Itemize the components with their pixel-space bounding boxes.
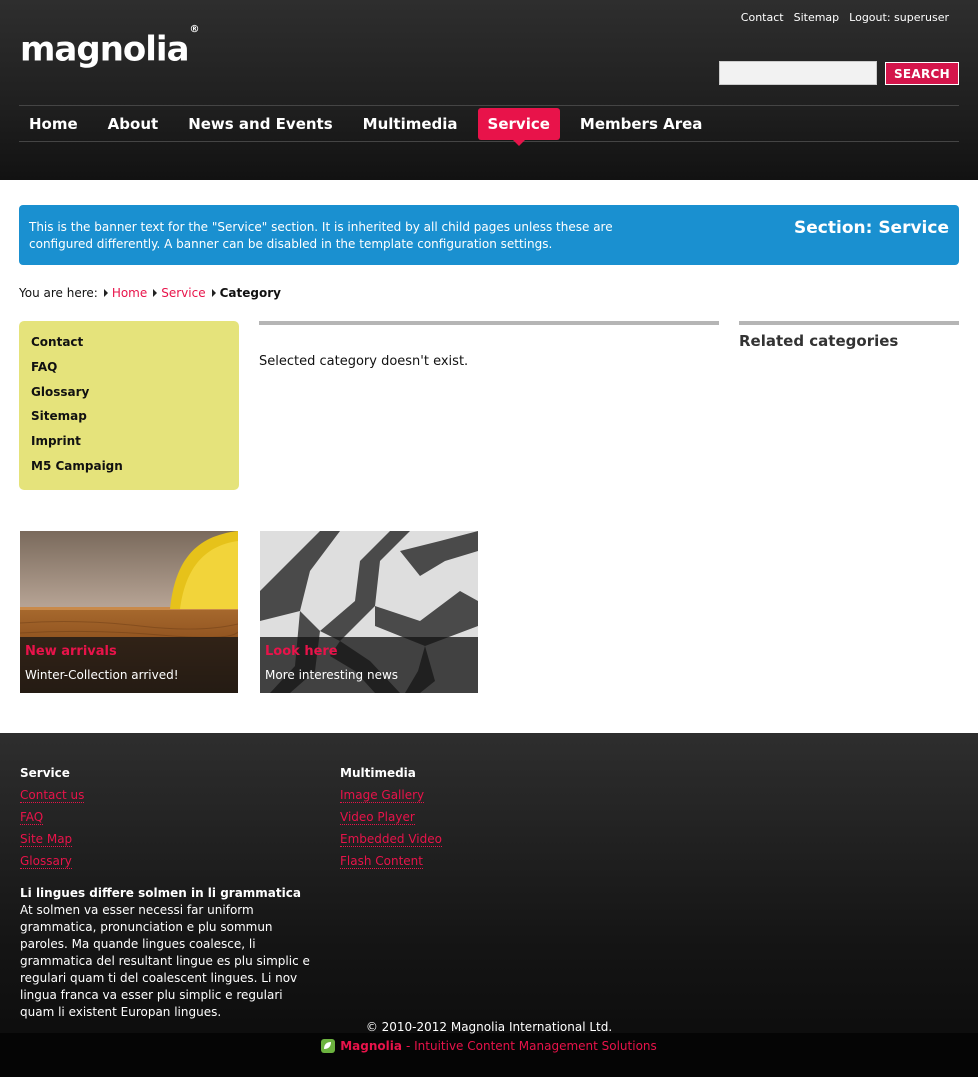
section-banner: This is the banner text for the "Service… [19, 205, 959, 265]
copyright: © 2010-2012 Magnolia International Ltd. [365, 1020, 613, 1034]
footer-link-site-map[interactable]: Site Map [20, 832, 73, 847]
subnav-item-faq[interactable]: FAQ [31, 358, 227, 383]
main-nav: Home About News and Events Multimedia Se… [19, 105, 959, 146]
teaser-look-here[interactable]: Look here More interesting news [260, 531, 478, 693]
magnolia-logo[interactable]: magnolia® [20, 24, 200, 70]
footer-link-embedded-video[interactable]: Embedded Video [340, 832, 442, 847]
breadcrumb-arrow-icon [103, 289, 108, 297]
subnav-item-contact[interactable]: Contact [31, 333, 227, 358]
footer-link-image-gallery[interactable]: Image Gallery [340, 788, 425, 803]
banner-section-title: Section: Service [794, 218, 949, 238]
teaser-subtitle: Winter-Collection arrived! [25, 668, 179, 682]
footer-column-title: Service [20, 766, 70, 780]
nav-item-news-and-events[interactable]: News and Events [178, 108, 342, 140]
subnav-item-m5-campaign[interactable]: M5 Campaign [31, 457, 227, 482]
magnolia-icon [321, 1039, 336, 1053]
powered-by[interactable]: Magnolia - Intuitive Content Management … [0, 1039, 978, 1053]
nav-item-about[interactable]: About [98, 108, 169, 140]
util-link-logout[interactable]: Logout: superuser [849, 11, 949, 24]
breadcrumb-link-home[interactable]: Home [112, 286, 147, 300]
related-divider [739, 321, 959, 325]
logo-text: magnolia [20, 29, 190, 70]
site-header: magnolia® Contact Sitemap Logout: superu… [0, 0, 978, 180]
footer-link-glossary[interactable]: Glossary [20, 854, 72, 869]
footer-link-flash-content[interactable]: Flash Content [340, 854, 423, 869]
teaser-title[interactable]: New arrivals [25, 644, 117, 659]
banner-text: This is the banner text for the "Service… [29, 220, 613, 251]
breadcrumb-arrow-icon [153, 289, 158, 297]
powered-tagline[interactable]: - Intuitive Content Management Solutions [406, 1039, 657, 1053]
teaser-title[interactable]: Look here [265, 644, 338, 659]
related-categories-title: Related categories [739, 332, 899, 350]
search-button[interactable]: SEARCH [885, 62, 959, 85]
teaser-subtitle: More interesting news [265, 668, 399, 682]
category-message: Selected category doesn't exist. [259, 354, 469, 369]
footer-text-block: Li lingues differe solmen in li grammati… [20, 885, 320, 1021]
nav-item-home[interactable]: Home [19, 108, 88, 140]
search-input[interactable] [719, 61, 877, 85]
breadcrumb-current: Category [219, 286, 281, 300]
nav-item-members-area[interactable]: Members Area [570, 108, 713, 140]
main-divider [259, 321, 719, 325]
subnav-item-imprint[interactable]: Imprint [31, 432, 227, 457]
breadcrumb-arrow-icon [211, 289, 216, 297]
breadcrumb: You are here: Home Service Category [19, 286, 281, 300]
footer-column-service: Service Contact us FAQ Site Map Glossary [20, 765, 85, 875]
breadcrumb-prefix: You are here: [19, 286, 98, 300]
footer-column-multimedia: Multimedia Image Gallery Video Player Em… [340, 765, 442, 875]
sub-navigation: Contact FAQ Glossary Sitemap Imprint M5 … [19, 321, 239, 490]
util-link-sitemap[interactable]: Sitemap [794, 11, 840, 24]
footer-text-body: At solmen va esser necessi far uniform g… [20, 903, 310, 1019]
subnav-item-sitemap[interactable]: Sitemap [31, 407, 227, 432]
footer-text-title: Li lingues differe solmen in li grammati… [20, 886, 301, 900]
logo-mark: ® [189, 24, 200, 35]
util-link-contact[interactable]: Contact [741, 11, 784, 24]
subnav-item-glossary[interactable]: Glossary [31, 383, 227, 408]
nav-item-multimedia[interactable]: Multimedia [353, 108, 468, 140]
footer-link-video-player[interactable]: Video Player [340, 810, 415, 825]
teaser-new-arrivals[interactable]: New arrivals Winter-Collection arrived! [20, 531, 238, 693]
footer-link-contact-us[interactable]: Contact us [20, 788, 85, 803]
powered-brand[interactable]: Magnolia [340, 1039, 402, 1053]
breadcrumb-link-service[interactable]: Service [161, 286, 205, 300]
utility-links: Contact Sitemap Logout: superuser [741, 11, 949, 24]
footer-link-faq[interactable]: FAQ [20, 810, 44, 825]
footer-column-title: Multimedia [340, 766, 416, 780]
nav-item-service[interactable]: Service [477, 107, 560, 146]
